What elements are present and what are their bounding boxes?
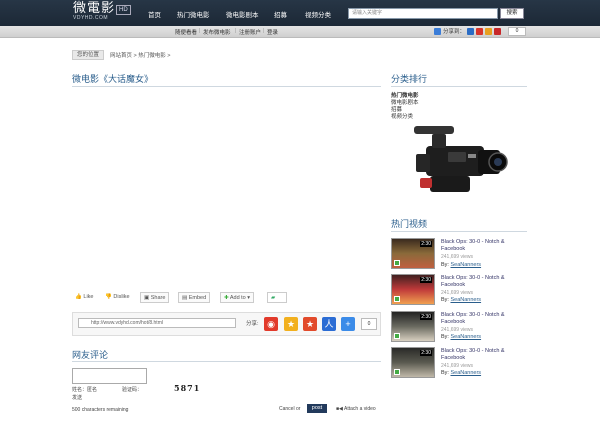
share-counter: 0 — [361, 318, 377, 330]
share-label: 分享到： — [443, 29, 466, 35]
breadcrumb[interactable]: 网站首页 > 热门微电影 > — [110, 51, 171, 59]
star-share-icon[interactable]: ★ — [284, 317, 298, 331]
share-qzone-icon[interactable] — [485, 28, 492, 35]
send-link[interactable]: 发送 — [72, 394, 82, 401]
share-weibo-icon[interactable] — [476, 28, 483, 35]
hd-badge-icon — [394, 369, 400, 375]
chevron-down-icon: ▾ — [247, 295, 251, 301]
title-divider — [72, 86, 381, 87]
hd-badge-icon — [394, 333, 400, 339]
nav-home[interactable]: 首页 — [148, 9, 161, 19]
characters-remaining: 500 characters remaining — [72, 407, 129, 413]
video-title[interactable]: Black Ops: 30-0 - Notch & Facebook — [441, 312, 527, 326]
link-login[interactable]: 登录 — [267, 28, 278, 36]
video-icon: ■◀ — [336, 406, 343, 412]
flag-icon: ▰ — [271, 295, 276, 301]
category-ranking-title: 分类排行 — [391, 74, 428, 84]
flag-button[interactable]: ▰ — [267, 292, 287, 303]
dislike-button[interactable]: 👎 Dislike — [105, 292, 130, 303]
captcha-image: 5871 — [174, 383, 201, 393]
share-label: 分享: — [246, 321, 259, 327]
embed-button[interactable]: ▤ Embed — [178, 292, 211, 303]
page-title: 微电影《大话魔女》 — [72, 74, 154, 84]
video-views: 241,699 views — [441, 254, 473, 260]
video-author: By: SeaNanners — [441, 334, 482, 340]
hd-badge-icon — [394, 260, 400, 266]
hd-badge-icon — [394, 296, 400, 302]
like-button[interactable]: 👍 Like — [75, 292, 93, 303]
video-thumbnail[interactable]: 2:30 — [391, 238, 435, 269]
video-views: 241,699 views — [441, 363, 473, 369]
video-views: 241,699 views — [441, 290, 473, 296]
video-thumbnail[interactable]: 2:30 — [391, 311, 435, 342]
video-title[interactable]: Black Ops: 30-0 - Notch & Facebook — [441, 239, 527, 253]
share-button[interactable]: ▣ Share — [140, 292, 170, 303]
nav-categories[interactable]: 视频分类 — [305, 9, 331, 19]
share-plus-icon[interactable] — [434, 28, 441, 35]
search-button[interactable]: 搜索 — [500, 8, 524, 19]
breadcrumb-label: 您的位置 — [72, 50, 104, 60]
nav-hot-films[interactable]: 热门微电影 — [177, 9, 210, 19]
divider: | — [263, 28, 265, 34]
share-renren-icon[interactable] — [467, 28, 474, 35]
video-author: By: SeaNanners — [441, 297, 482, 303]
attach-video-link[interactable]: ■◀ Attach a video — [336, 406, 376, 412]
divider: | — [235, 28, 237, 34]
renren-share-icon[interactable]: 人 — [322, 317, 336, 331]
video-views: 241,699 views — [441, 327, 473, 333]
video-author: By: SeaNanners — [441, 262, 482, 268]
thumbs-up-icon: 👍 — [75, 294, 82, 300]
video-title[interactable]: Black Ops: 30-0 - Notch & Facebook — [441, 275, 527, 289]
thumbs-down-icon: 👎 — [105, 294, 112, 300]
plus-icon: ✚ — [224, 295, 229, 301]
site-logo-domain: VDYHD.COM — [73, 15, 109, 21]
video-player[interactable] — [72, 90, 381, 285]
comment-textarea[interactable] — [72, 368, 147, 384]
link-browse[interactable]: 随便看看 — [175, 28, 197, 36]
hot-videos-title: 热门视频 — [391, 219, 428, 229]
video-author: By: SeaNanners — [441, 370, 482, 376]
hot-videos-divider — [391, 231, 527, 232]
logo-hd-badge: HD — [116, 5, 131, 15]
link-register[interactable]: 注册账户 — [239, 28, 261, 36]
captcha-label: 验证码： — [122, 387, 143, 393]
more-share-icon[interactable]: + — [341, 317, 355, 331]
name-label: 姓名：匿名 — [72, 387, 98, 393]
camcorder-image — [414, 126, 508, 192]
add-to-button[interactable]: ✚ Add to ▾ — [220, 292, 255, 303]
embed-icon: ▤ — [182, 295, 188, 301]
category-video-types[interactable]: 视频分类 — [391, 112, 413, 120]
share-count: 0 — [508, 27, 526, 36]
site-logo[interactable]: 微電影 — [73, 2, 115, 15]
sidebar-divider — [391, 86, 527, 87]
weibo-share-icon[interactable]: ◉ — [264, 317, 278, 331]
comments-title: 网友评论 — [72, 350, 109, 360]
link-publish[interactable]: 发布微电影 — [203, 28, 231, 36]
share-icon: ▣ — [144, 295, 150, 301]
divider: | — [199, 28, 201, 34]
cancel-link[interactable]: Cancel or — [279, 406, 300, 412]
comments-divider — [72, 361, 381, 362]
video-title[interactable]: Black Ops: 30-0 - Notch & Facebook — [441, 348, 527, 362]
favorite-share-icon[interactable]: ★ — [303, 317, 317, 331]
page-url-field[interactable]: http://www.vdyhd.com/hot/8.html — [78, 318, 236, 328]
video-thumbnail[interactable]: 2:30 — [391, 274, 435, 305]
search-input[interactable]: 请输入关键字 — [348, 8, 498, 19]
nav-recruit[interactable]: 招募 — [274, 9, 287, 19]
video-thumbnail[interactable]: 2:30 — [391, 347, 435, 378]
post-button[interactable]: post — [307, 404, 327, 413]
nav-scripts[interactable]: 微电影剧本 — [226, 9, 259, 19]
share-kaixin-icon[interactable] — [494, 28, 501, 35]
